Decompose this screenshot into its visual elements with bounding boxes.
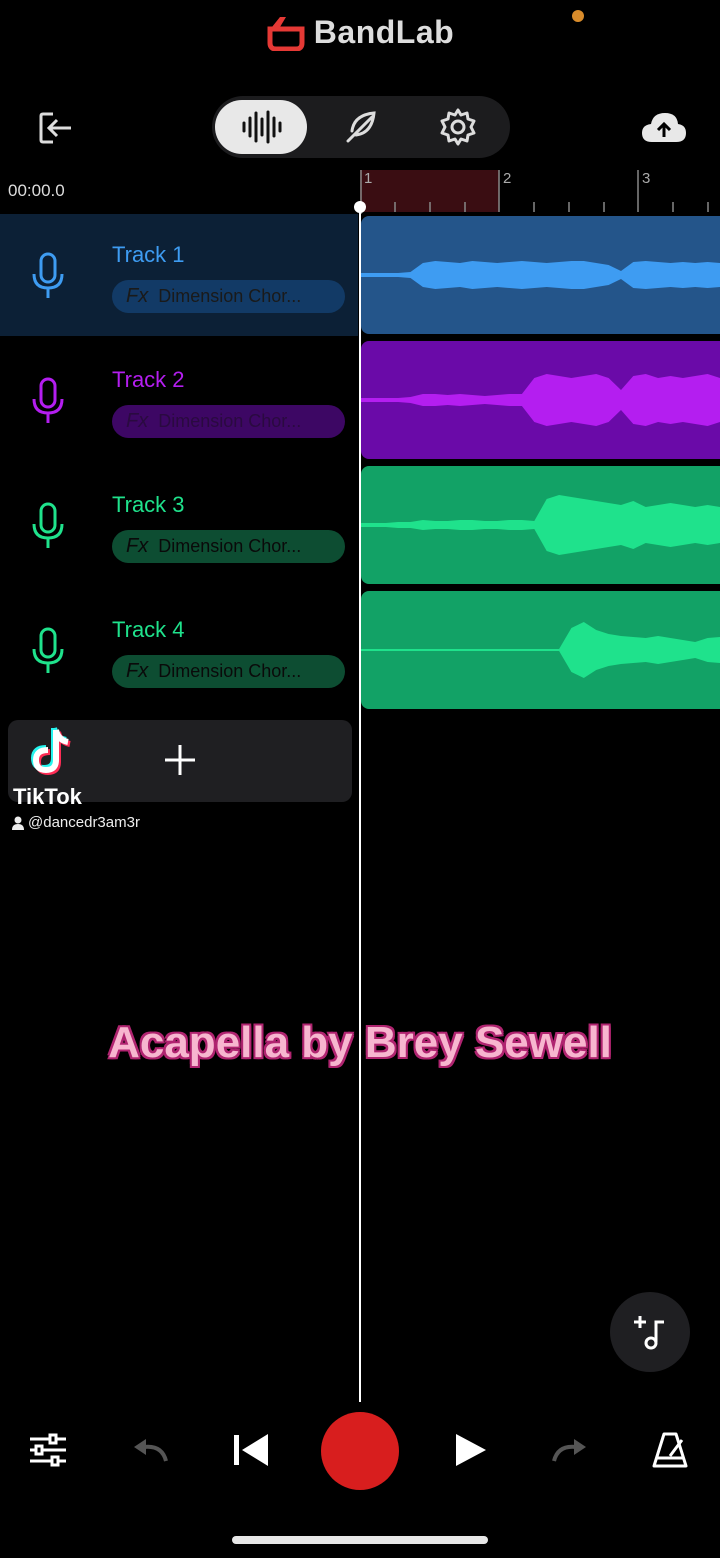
fx-icon: Fx bbox=[126, 660, 149, 682]
redo-button[interactable] bbox=[540, 1420, 600, 1480]
effect-name: Dimension Chor... bbox=[158, 286, 302, 306]
tiktok-watermark-brand: TikTok bbox=[13, 784, 82, 809]
add-instrument-button[interactable] bbox=[610, 1292, 690, 1372]
bar-number: 1 bbox=[364, 170, 373, 187]
track-header[interactable]: Track 2 Fx Dimension Chor... bbox=[0, 339, 358, 461]
waveform bbox=[361, 374, 720, 426]
waveform bbox=[361, 622, 720, 678]
audio-clip[interactable] bbox=[361, 216, 720, 334]
app-title: BandLab bbox=[313, 13, 455, 50]
app-logo: BandLab bbox=[0, 0, 720, 64]
tiktok-username: @dancedr3am3r bbox=[28, 814, 140, 831]
track-header[interactable]: Track 3 Fx Dimension Chor... bbox=[0, 464, 358, 586]
mixer-button[interactable] bbox=[18, 1420, 78, 1480]
video-caption: Acapella by Brey Sewell bbox=[108, 1018, 612, 1067]
track-name: Track 4 bbox=[112, 617, 185, 642]
metronome-icon bbox=[652, 1432, 688, 1468]
track-name: Track 1 bbox=[112, 242, 185, 267]
fx-icon: Fx bbox=[126, 285, 149, 307]
track-effect-chip[interactable]: Fx Dimension Chor... bbox=[112, 530, 345, 563]
settings-mode-button[interactable] bbox=[412, 100, 504, 154]
skip-back-icon bbox=[234, 1434, 268, 1466]
effect-name: Dimension Chor... bbox=[158, 411, 302, 431]
sliders-icon bbox=[30, 1433, 66, 1467]
gear-icon bbox=[440, 108, 476, 146]
audio-clip[interactable] bbox=[361, 466, 720, 584]
exit-button[interactable] bbox=[30, 104, 80, 152]
waveform-mode-button[interactable] bbox=[215, 100, 307, 154]
redo-icon bbox=[552, 1439, 586, 1462]
track-name: Track 2 bbox=[112, 367, 185, 392]
microphone-icon bbox=[32, 502, 64, 548]
ruler-ticks bbox=[360, 170, 709, 214]
track-effect-chip[interactable]: Fx Dimension Chor... bbox=[112, 405, 345, 438]
play-icon bbox=[456, 1434, 486, 1466]
record-button[interactable] bbox=[321, 1412, 399, 1490]
undo-icon bbox=[134, 1439, 168, 1462]
time-readout: 00:00.0 bbox=[8, 181, 65, 200]
audio-clip[interactable] bbox=[361, 591, 720, 709]
waveform-icon bbox=[242, 110, 282, 144]
fx-icon: Fx bbox=[126, 410, 149, 432]
effects-mode-button[interactable] bbox=[314, 100, 406, 154]
fx-icon: Fx bbox=[126, 535, 149, 557]
effect-name: Dimension Chor... bbox=[158, 661, 302, 681]
track-header[interactable]: Track 1 Fx Dimension Chor... bbox=[0, 214, 358, 336]
playhead-handle[interactable] bbox=[354, 201, 366, 213]
audio-clip[interactable] bbox=[361, 341, 720, 459]
track-name: Track 3 bbox=[112, 492, 185, 517]
waveform bbox=[361, 495, 720, 555]
bar-number: 3 bbox=[642, 170, 651, 187]
home-indicator bbox=[232, 1536, 488, 1544]
cloud-upload-button[interactable] bbox=[636, 104, 692, 152]
effect-name: Dimension Chor... bbox=[158, 536, 302, 556]
plus-icon bbox=[165, 745, 195, 775]
user-icon bbox=[12, 816, 24, 830]
waveform bbox=[361, 261, 720, 289]
add-music-note-icon bbox=[634, 1316, 664, 1350]
bar-number: 2 bbox=[503, 170, 512, 187]
track-header[interactable]: Track 4 Fx Dimension Chor... bbox=[0, 589, 358, 711]
track-effect-chip[interactable]: Fx Dimension Chor... bbox=[112, 655, 345, 688]
notification-dot bbox=[572, 10, 584, 22]
skip-back-button[interactable] bbox=[222, 1420, 282, 1480]
metronome-button[interactable] bbox=[640, 1420, 700, 1480]
track-effect-chip[interactable]: Fx Dimension Chor... bbox=[112, 280, 345, 313]
feather-icon bbox=[346, 111, 376, 143]
microphone-icon bbox=[32, 627, 64, 673]
microphone-icon bbox=[32, 252, 64, 298]
tiktok-logo-icon bbox=[30, 727, 71, 776]
tiktok-watermark-user: @dancedr3am3r bbox=[12, 814, 140, 831]
exit-icon bbox=[39, 112, 71, 144]
cloud-upload-icon bbox=[642, 113, 686, 142]
mode-switch bbox=[212, 96, 510, 158]
play-button[interactable] bbox=[440, 1420, 500, 1480]
playhead[interactable] bbox=[359, 206, 361, 1402]
bandlab-logo-icon bbox=[267, 17, 305, 51]
microphone-icon bbox=[32, 377, 64, 423]
undo-button[interactable] bbox=[120, 1420, 180, 1480]
